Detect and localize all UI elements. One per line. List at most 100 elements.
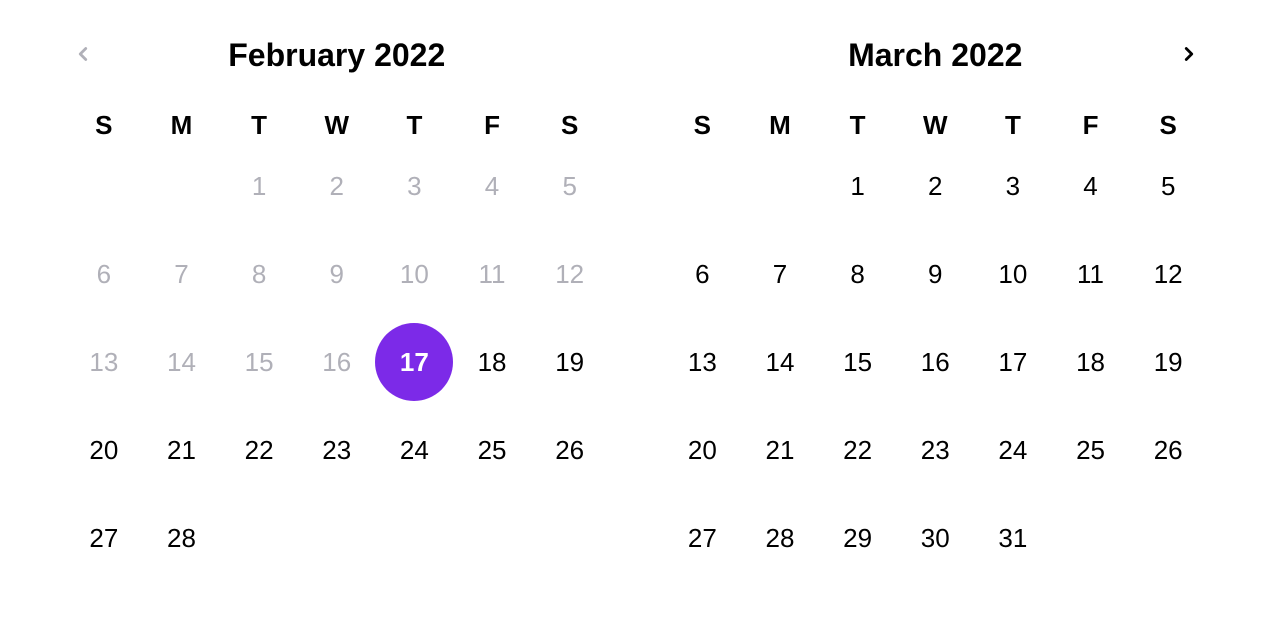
weekday-row: S M T W T F S (664, 110, 1208, 141)
day-number: 28 (766, 523, 795, 554)
day-cell[interactable]: 24 (974, 425, 1052, 475)
day-number: 10 (998, 259, 1027, 290)
day-cell[interactable]: 16 (896, 337, 974, 387)
day-number: 14 (766, 347, 795, 378)
day-number: 17 (998, 347, 1027, 378)
day-cell[interactable]: 25 (1052, 425, 1130, 475)
day-cell: 6 (65, 249, 143, 299)
day-cell[interactable]: 15 (819, 337, 897, 387)
day-cell: 11 (453, 249, 531, 299)
day-cell[interactable]: 27 (65, 513, 143, 563)
day-number: 12 (1154, 259, 1183, 290)
day-cell[interactable]: 26 (1129, 425, 1207, 475)
day-number: 18 (478, 347, 507, 378)
day-number: 22 (245, 435, 274, 466)
day-cell[interactable]: 30 (896, 513, 974, 563)
day-cell[interactable]: 11 (1052, 249, 1130, 299)
next-month-button[interactable] (1169, 35, 1209, 75)
day-cell[interactable]: 6 (664, 249, 742, 299)
day-cell[interactable]: 3 (974, 161, 1052, 211)
day-number: 27 (89, 523, 118, 554)
day-number: 7 (174, 259, 188, 290)
day-cell[interactable]: 19 (1129, 337, 1207, 387)
day-cell: 10 (376, 249, 454, 299)
day-number: 13 (688, 347, 717, 378)
weekday-label: W (298, 110, 376, 141)
day-number: 25 (1076, 435, 1105, 466)
day-number: 6 (695, 259, 709, 290)
day-cell[interactable]: 22 (819, 425, 897, 475)
chevron-right-icon (1178, 43, 1200, 68)
day-cell: 8 (220, 249, 298, 299)
day-cell[interactable]: 25 (453, 425, 531, 475)
weekday-label: F (453, 110, 531, 141)
day-number: 1 (252, 171, 266, 202)
day-number: 19 (1154, 347, 1183, 378)
weekday-label: W (896, 110, 974, 141)
day-cell[interactable]: 10 (974, 249, 1052, 299)
day-number: 16 (921, 347, 950, 378)
day-cell: 2 (298, 161, 376, 211)
day-number: 11 (479, 259, 506, 290)
day-number: 25 (478, 435, 507, 466)
day-number: 2 (928, 171, 942, 202)
weekday-label: T (376, 110, 454, 141)
day-cell[interactable]: 20 (664, 425, 742, 475)
day-cell[interactable]: 23 (896, 425, 974, 475)
day-number: 26 (555, 435, 584, 466)
day-number: 11 (1077, 259, 1104, 290)
day-number: 9 (330, 259, 344, 290)
day-cell[interactable]: 20 (65, 425, 143, 475)
weekday-label: M (741, 110, 819, 141)
day-number: 15 (843, 347, 872, 378)
day-cell[interactable]: 5 (1129, 161, 1207, 211)
day-number: 24 (998, 435, 1027, 466)
day-cell[interactable]: 29 (819, 513, 897, 563)
day-number: 16 (322, 347, 351, 378)
day-cell[interactable]: 23 (298, 425, 376, 475)
day-number: 2 (330, 171, 344, 202)
day-cell[interactable]: 31 (974, 513, 1052, 563)
day-cell[interactable]: 4 (1052, 161, 1130, 211)
day-cell[interactable]: 18 (453, 337, 531, 387)
weekday-label: T (974, 110, 1052, 141)
weekday-label: T (819, 110, 897, 141)
day-cell[interactable]: 24 (376, 425, 454, 475)
day-number: 27 (688, 523, 717, 554)
day-cell[interactable]: 21 (143, 425, 221, 475)
day-cell[interactable]: 28 (143, 513, 221, 563)
day-cell[interactable]: 13 (664, 337, 742, 387)
day-cell[interactable]: 27 (664, 513, 742, 563)
day-cell[interactable]: 18 (1052, 337, 1130, 387)
day-cell[interactable]: 21 (741, 425, 819, 475)
day-cell: 5 (531, 161, 609, 211)
day-number: 3 (407, 171, 421, 202)
day-number: 23 (322, 435, 351, 466)
day-cell[interactable]: 28 (741, 513, 819, 563)
day-cell[interactable]: 19 (531, 337, 609, 387)
day-cell[interactable]: 14 (741, 337, 819, 387)
weekday-label: S (65, 110, 143, 141)
prev-month-button[interactable] (63, 35, 103, 75)
day-cell[interactable]: 22 (220, 425, 298, 475)
day-number: 5 (1161, 171, 1175, 202)
chevron-left-icon (72, 43, 94, 68)
day-cell: 13 (65, 337, 143, 387)
day-cell[interactable]: 9 (896, 249, 974, 299)
day-cell[interactable]: 26 (531, 425, 609, 475)
day-cell[interactable]: 1 (819, 161, 897, 211)
days-grid: 1234567891011121314151617181920212223242… (664, 161, 1208, 563)
day-number: 20 (89, 435, 118, 466)
day-cell[interactable]: 7 (741, 249, 819, 299)
month-panel-left: February 2022 S M T W T F S 123456789101… (65, 30, 609, 563)
day-cell-empty (664, 161, 742, 211)
day-cell[interactable]: 2 (896, 161, 974, 211)
day-cell: 15 (220, 337, 298, 387)
day-cell[interactable]: 17 (974, 337, 1052, 387)
day-cell[interactable]: 12 (1129, 249, 1207, 299)
day-number: 17 (400, 347, 429, 378)
day-cell[interactable]: 8 (819, 249, 897, 299)
day-number: 6 (97, 259, 111, 290)
day-number: 13 (89, 347, 118, 378)
day-cell[interactable]: 17 (376, 337, 454, 387)
